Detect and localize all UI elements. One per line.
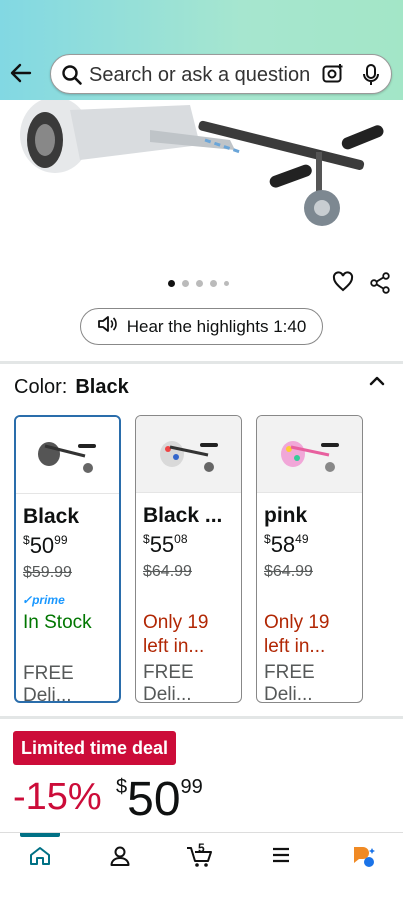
variant-card-pink[interactable]: pink $5849 $64.99 Only 19 left in... FRE… xyxy=(256,415,363,703)
limited-deal-badge: Limited time deal xyxy=(13,731,177,765)
variant-list-price: $64.99 xyxy=(143,563,192,580)
bottom-nav: 5 xyxy=(0,832,403,897)
variant-availability: Only 19 left in... xyxy=(264,612,330,657)
variant-thumbnail xyxy=(16,417,119,494)
variant-card-black[interactable]: Black $5099 $59.99 ✓prime In Stock FREE … xyxy=(14,415,121,703)
search-icon xyxy=(61,64,83,91)
color-label-row: Color: Black xyxy=(14,376,129,399)
cart-icon[interactable]: 5 xyxy=(186,841,214,873)
image-pagination xyxy=(168,279,229,287)
pagination-dot xyxy=(224,280,229,286)
chevron-up-icon[interactable] xyxy=(368,372,386,395)
variant-thumbnail xyxy=(257,416,362,493)
camera-scan-icon[interactable] xyxy=(321,62,345,91)
hear-highlights-label: Hear the highlights 1:40 xyxy=(126,316,307,336)
variant-name: pink xyxy=(264,504,308,527)
active-tab-indicator xyxy=(20,833,60,837)
discount-percent: -15% xyxy=(13,776,102,818)
pagination-dot xyxy=(196,279,203,287)
variant-price: $5508 xyxy=(143,532,188,557)
variant-name: Black ... xyxy=(143,504,223,527)
variant-card-black-graffiti[interactable]: Black ... $5508 $64.99 Only 19 left in..… xyxy=(135,415,242,703)
search-bar[interactable]: Search or ask a question xyxy=(50,54,392,94)
variant-thumbnail xyxy=(136,416,241,493)
hear-highlights-button[interactable]: Hear the highlights 1:40 xyxy=(80,308,323,345)
selected-color: Black xyxy=(75,376,129,398)
product-image[interactable] xyxy=(0,97,403,270)
pagination-dot xyxy=(168,279,175,287)
variant-name: Black xyxy=(23,505,80,528)
variant-delivery: FREE Deli... xyxy=(264,662,315,703)
pagination-dot xyxy=(210,279,217,287)
prime-badge: ✓prime xyxy=(22,593,65,607)
color-label: Color: xyxy=(14,376,68,398)
variant-availability: Only 19 left in... xyxy=(143,612,209,657)
pagination-dot xyxy=(182,279,189,287)
menu-icon[interactable] xyxy=(270,844,292,871)
heart-icon[interactable] xyxy=(332,271,354,298)
arrow-left-icon[interactable] xyxy=(8,60,34,86)
variant-price: $5099 xyxy=(23,533,68,558)
cart-count: 5 xyxy=(198,841,205,855)
share-icon[interactable] xyxy=(369,272,391,299)
variant-delivery: FREE Deli... xyxy=(23,663,74,703)
variant-price: $5849 xyxy=(264,532,309,557)
variant-list-price: $64.99 xyxy=(264,563,313,580)
variant-list-price: $59.99 xyxy=(23,564,72,581)
rufus-icon[interactable] xyxy=(350,844,376,875)
home-icon[interactable] xyxy=(28,844,52,873)
account-icon[interactable] xyxy=(108,844,132,873)
microphone-icon[interactable] xyxy=(361,63,381,92)
deal-price: $5099 xyxy=(116,773,203,826)
search-input[interactable]: Search or ask a question xyxy=(89,64,315,87)
variant-availability: In Stock xyxy=(23,612,92,633)
divider xyxy=(0,716,403,719)
divider xyxy=(0,361,403,364)
speaker-icon xyxy=(97,315,117,338)
variant-delivery: FREE Deli... xyxy=(143,662,194,703)
